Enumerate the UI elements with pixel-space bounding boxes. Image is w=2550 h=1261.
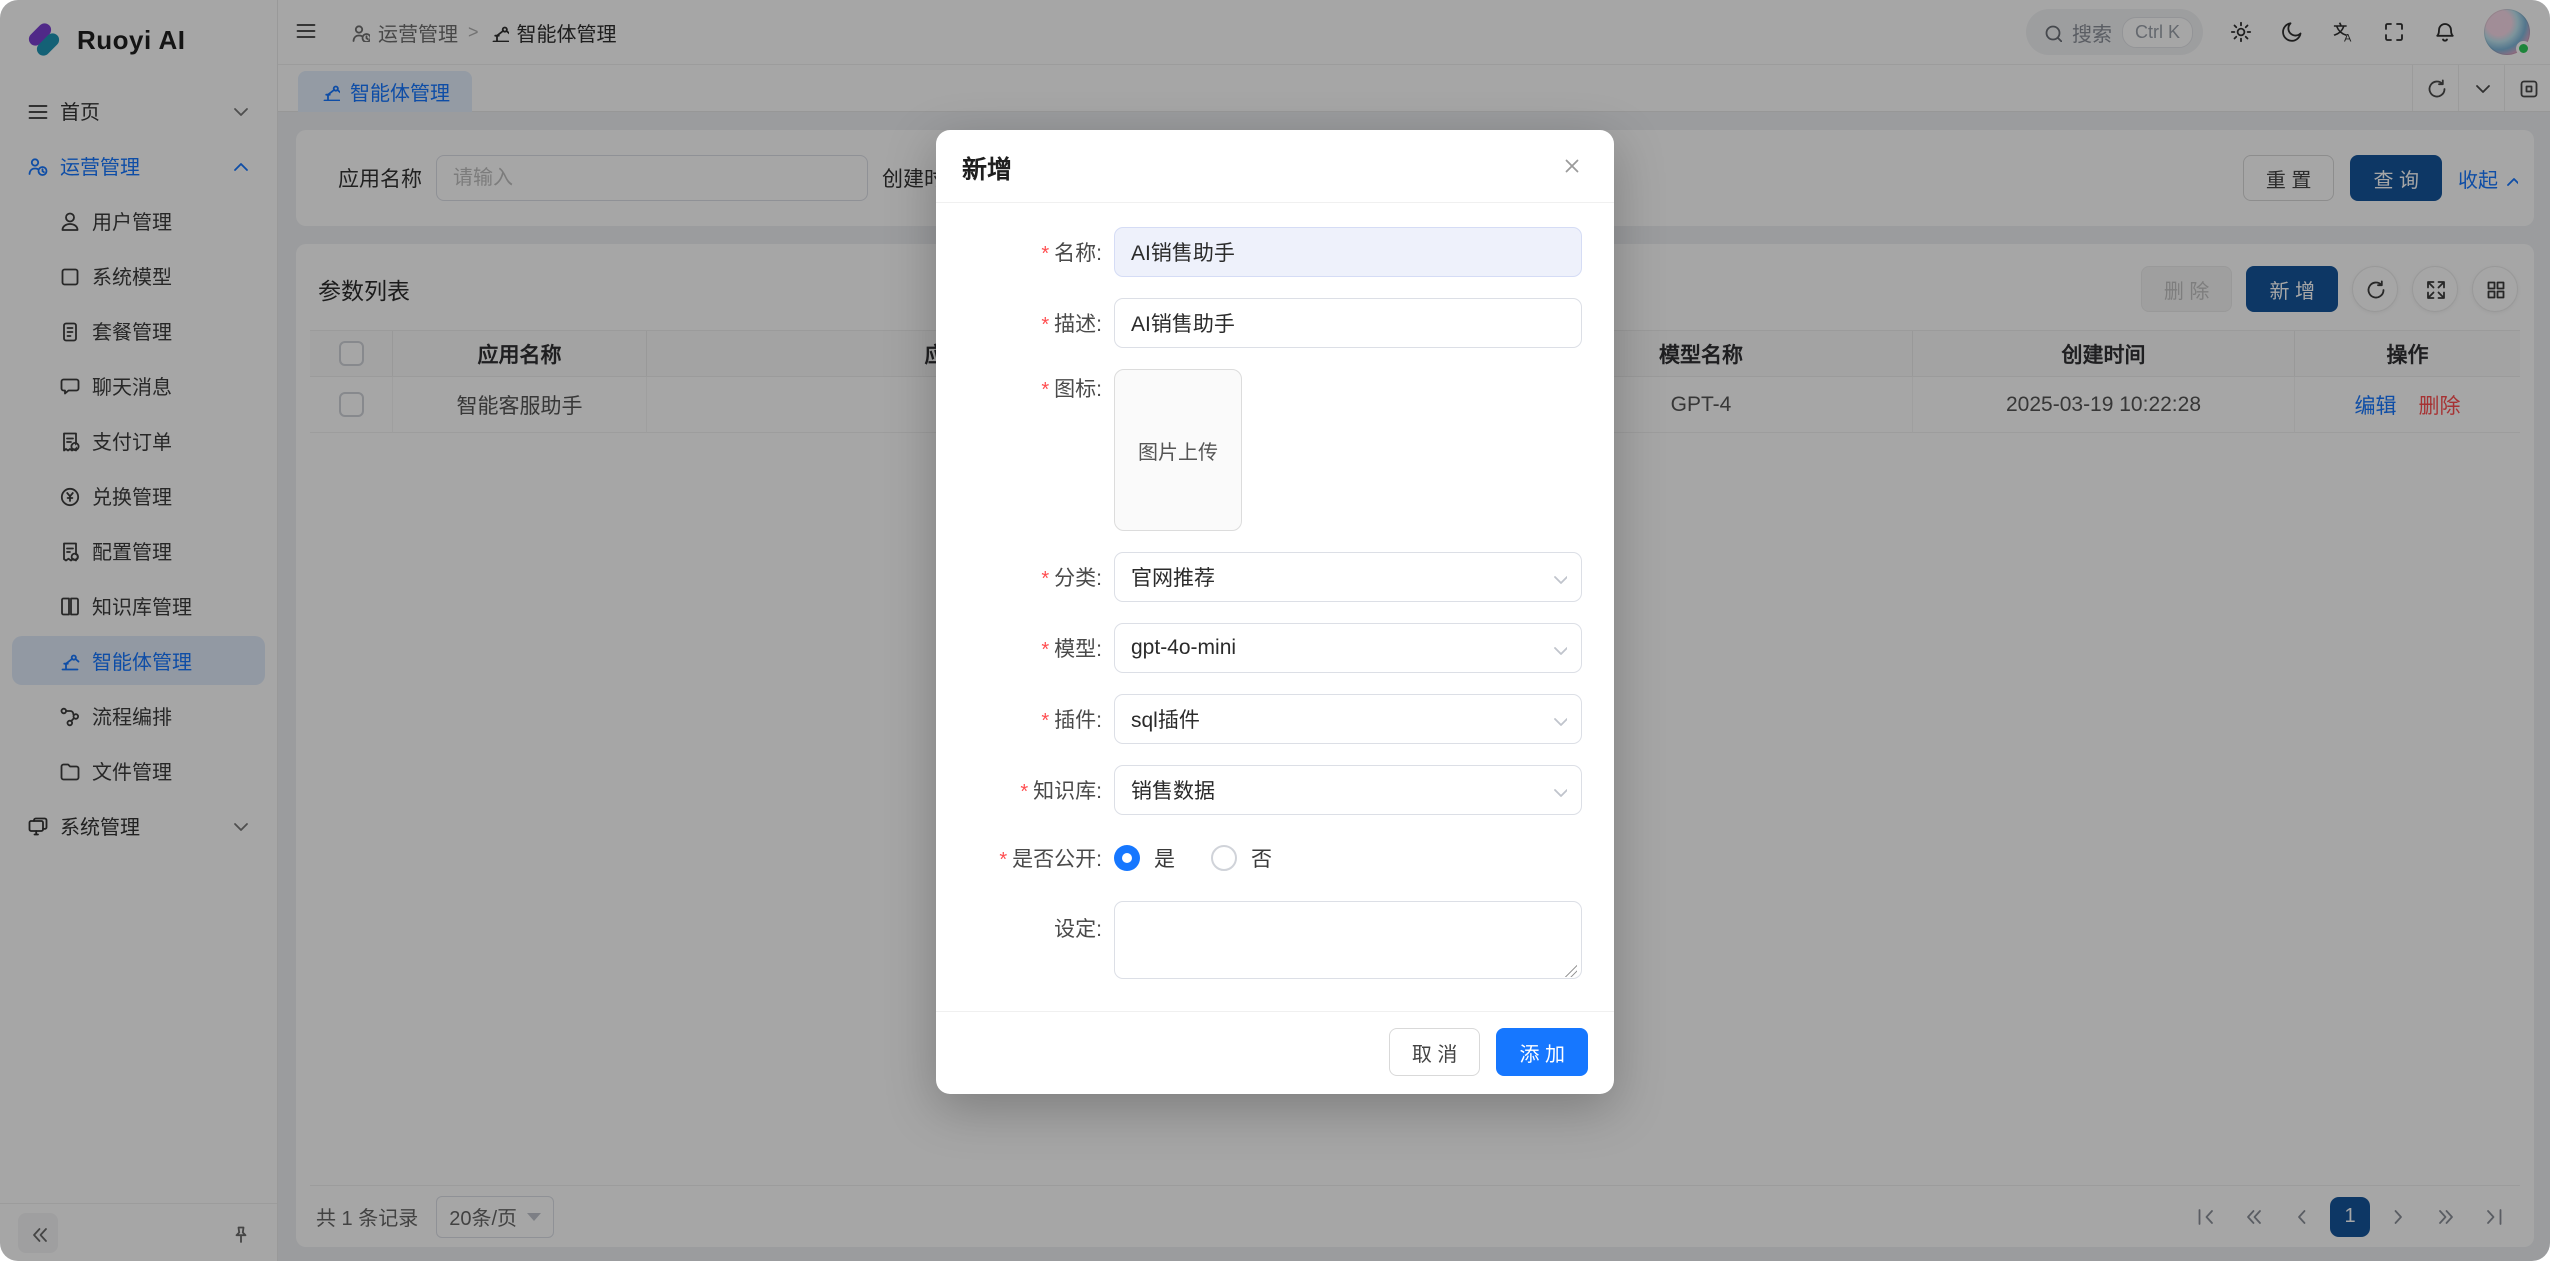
form-row-icon: 图标: 图片上传 [936,369,1582,531]
radio-public-yes[interactable] [1114,845,1140,871]
add-agent-modal: 新增 名称: 描述: 图标: 图片上传 分类: [936,130,1614,1094]
icon-label: 图标: [936,369,1114,403]
modal-header: 新增 [936,130,1614,203]
form-row-name: 名称: [936,227,1582,277]
form-row-desc: 描述: [936,298,1582,348]
chevron-down-icon [1549,781,1567,799]
cancel-button[interactable]: 取 消 [1389,1028,1481,1076]
close-icon[interactable] [1560,154,1588,182]
plugin-label: 插件: [936,704,1114,734]
chevron-down-icon [1549,639,1567,657]
knowledge-select[interactable]: 销售数据 [1114,765,1582,815]
app-window: Ruoyi AI 首页 运营管理 用户管理 系统模型 [0,0,2550,1261]
name-input[interactable] [1114,227,1582,277]
chevron-down-icon [1549,710,1567,728]
chevron-down-icon [1549,568,1567,586]
radio-yes-label[interactable]: 是 [1154,843,1175,873]
model-select[interactable]: gpt-4o-mini [1114,623,1582,673]
model-value: gpt-4o-mini [1131,636,1236,660]
radio-public-no[interactable] [1211,845,1237,871]
setting-label: 设定: [936,901,1114,943]
form-row-model: 模型: gpt-4o-mini [936,623,1582,673]
modal-footer: 取 消 添 加 [936,1011,1614,1094]
desc-input[interactable] [1114,298,1582,348]
setting-textarea[interactable] [1114,901,1582,979]
plugin-select[interactable]: sql插件 [1114,694,1582,744]
image-upload-button[interactable]: 图片上传 [1114,369,1242,531]
category-select[interactable]: 官网推荐 [1114,552,1582,602]
radio-no-label[interactable]: 否 [1251,843,1272,873]
model-label: 模型: [936,633,1114,663]
category-value: 官网推荐 [1131,562,1215,592]
modal-form: 名称: 描述: 图标: 图片上传 分类: 官网推荐 [936,203,1614,1011]
upload-label: 图片上传 [1138,436,1218,465]
modal-title: 新增 [962,150,1012,186]
public-label: 是否公开: [936,843,1114,873]
name-label: 名称: [936,237,1114,267]
knowledge-label: 知识库: [936,775,1114,805]
knowledge-value: 销售数据 [1131,775,1215,805]
form-row-plugin: 插件: sql插件 [936,694,1582,744]
form-row-category: 分类: 官网推荐 [936,552,1582,602]
submit-add-button[interactable]: 添 加 [1496,1028,1588,1076]
desc-label: 描述: [936,308,1114,338]
form-row-setting: 设定: [936,901,1582,984]
form-row-public: 是否公开: 是 否 [936,836,1582,880]
plugin-value: sql插件 [1131,704,1200,734]
form-row-knowledge: 知识库: 销售数据 [936,765,1582,815]
category-label: 分类: [936,562,1114,592]
